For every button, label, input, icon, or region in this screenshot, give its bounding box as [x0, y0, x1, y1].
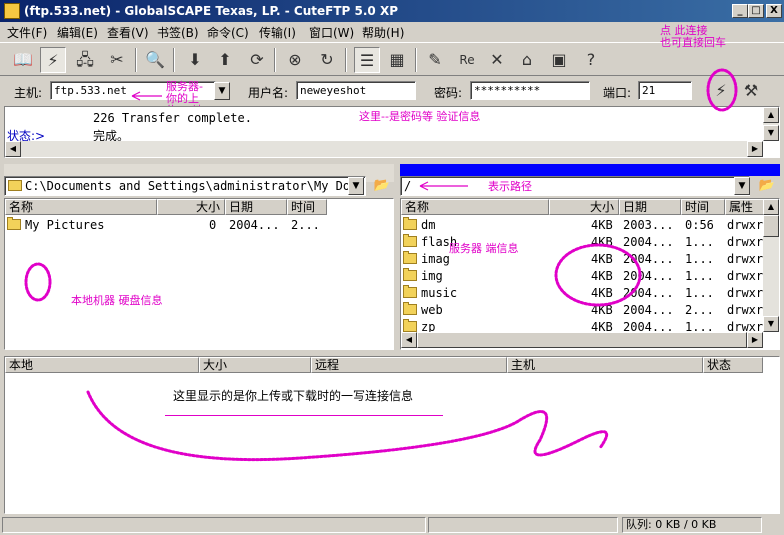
- status-segment-main: [2, 517, 426, 533]
- scribble-circle-remote: [554, 243, 642, 307]
- queue-status: 队列: 0 KB / 0 KB: [622, 517, 762, 533]
- arrow-host: [131, 91, 162, 101]
- scribble-queue-wave: [86, 390, 609, 462]
- status-bar: 队列: 0 KB / 0 KB: [0, 515, 784, 535]
- status-segment-mid: [428, 517, 618, 533]
- scribble-circle-connect: [706, 68, 738, 112]
- arrow-path: [419, 181, 468, 191]
- annotation-scribbles: [24, 68, 738, 462]
- scribble-circle-local: [24, 262, 52, 302]
